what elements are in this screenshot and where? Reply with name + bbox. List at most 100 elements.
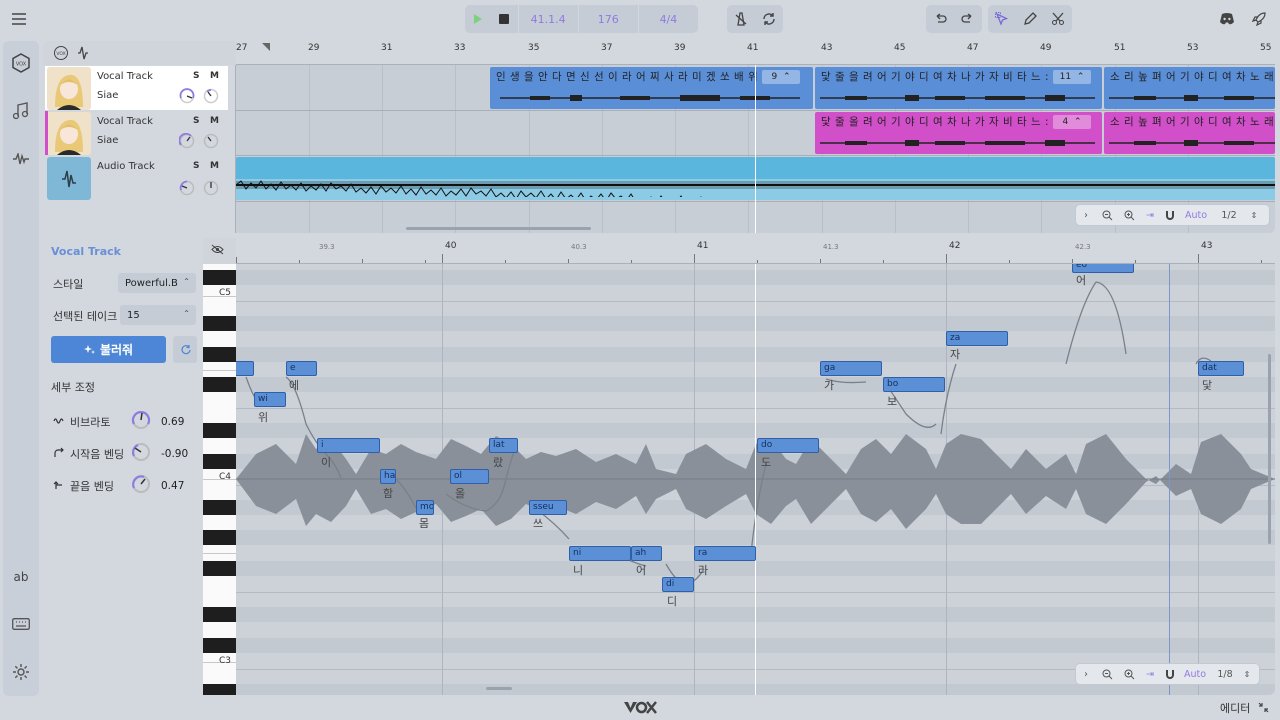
style-select[interactable]: Powerful.B ⌃ (118, 273, 196, 293)
track-singer[interactable]: Siae (97, 90, 118, 101)
take-spinner[interactable]: 4 ⌃ (1053, 115, 1091, 129)
fit-icon[interactable]: ⇥ (1140, 664, 1160, 684)
note[interactable]: ra (694, 546, 756, 561)
take-select[interactable]: 15 ⌃ (120, 305, 196, 325)
note[interactable]: sseu (529, 500, 567, 515)
track-singer[interactable]: Siae (97, 135, 118, 146)
zoom-in-icon[interactable] (1118, 664, 1140, 684)
vibrato-dial[interactable] (131, 410, 151, 430)
track-name[interactable]: Audio Track (97, 161, 155, 172)
loop-start-marker[interactable] (262, 43, 270, 51)
track-name[interactable]: Vocal Track (97, 71, 153, 82)
stepper-icon[interactable]: ⇕ (1246, 205, 1262, 225)
menu-icon[interactable] (8, 8, 30, 30)
note[interactable]: ah (631, 546, 662, 561)
editor-mode-label[interactable]: 에디터 (1220, 700, 1250, 716)
visibility-off-icon[interactable] (211, 244, 224, 255)
piano-keyboard[interactable]: C5 C4 C3 (203, 264, 236, 695)
pencil-tool-icon[interactable] (1016, 5, 1044, 33)
vocal-clip-track-2[interactable]: 닻 줄 올 려 어 기 야 디 여 차 나 가 자 비 타 느 : 4 ⌃ (815, 112, 1102, 154)
solo-button[interactable]: S (193, 71, 199, 81)
pointer-tool-icon[interactable] (988, 5, 1016, 33)
waveform-icon[interactable] (7, 145, 35, 173)
magnet-icon[interactable] (1160, 205, 1180, 225)
chevron-right-icon[interactable]: › (1076, 205, 1096, 225)
redo-icon[interactable] (954, 5, 982, 33)
solo-button[interactable]: S (193, 161, 199, 171)
solo-button[interactable]: S (193, 116, 199, 126)
music-note-icon[interactable] (7, 97, 35, 125)
note[interactable]: di (662, 577, 694, 592)
track-header-vocal-1[interactable]: Vocal Track Siae S M (45, 66, 228, 110)
zoom-in-icon[interactable] (1118, 205, 1140, 225)
magnet-icon[interactable] (1160, 664, 1180, 684)
track-header-vocal-2[interactable]: Vocal Track Siae S M (45, 111, 228, 155)
note[interactable]: ol (450, 469, 489, 484)
zoom-page[interactable]: 1/8 (1210, 664, 1240, 684)
track-header-audio[interactable]: Audio Track S M (45, 156, 228, 200)
note[interactable]: lat (489, 438, 518, 453)
mute-button[interactable]: M (210, 161, 219, 171)
vocal-clip[interactable]: 소 리 높 펴 어 기 야 디 여 차 노 래 (1104, 67, 1275, 109)
playhead[interactable] (755, 65, 756, 233)
pan-knob[interactable] (203, 88, 219, 104)
note[interactable]: bo (883, 377, 945, 392)
note[interactable]: ni (569, 546, 631, 561)
vocal-clip[interactable]: 닻 줄 을 려 어 기 야 디 여 차 나 가 자 비 타 느 : 11 ⌃ (815, 67, 1102, 109)
note[interactable]: ha (380, 469, 396, 484)
take-spinner[interactable]: 11 ⌃ (1053, 70, 1091, 84)
mute-button[interactable]: M (210, 116, 219, 126)
collapse-icon[interactable] (1258, 702, 1269, 713)
horizontal-scrollbar[interactable] (486, 687, 512, 690)
chevron-right-icon[interactable]: › (1076, 664, 1096, 684)
tempo-display[interactable]: 176 (577, 5, 638, 33)
arrangement-ruler[interactable]: 27 29 31 33 35 37 39 41 43 45 47 49 51 5… (236, 41, 1275, 65)
vox-small-icon[interactable]: VOX (53, 45, 69, 61)
zoom-mode[interactable]: Auto (1180, 205, 1212, 225)
note[interactable] (236, 361, 254, 376)
note[interactable]: za (946, 331, 1008, 346)
vertical-scrollbar[interactable] (1268, 354, 1271, 544)
note[interactable]: wi (254, 392, 286, 407)
refresh-button[interactable] (173, 336, 197, 363)
stop-button[interactable] (491, 5, 517, 33)
volume-knob[interactable] (179, 180, 195, 196)
start-bend-dial[interactable] (131, 442, 151, 462)
scissors-tool-icon[interactable] (1044, 5, 1072, 33)
loop-icon[interactable] (755, 5, 783, 33)
text-tool-icon[interactable]: ab (7, 563, 35, 591)
volume-knob[interactable] (179, 133, 195, 149)
zoom-page[interactable]: 1/2 (1212, 205, 1246, 225)
settings-gear-icon[interactable] (7, 658, 35, 686)
take-spinner[interactable]: 9 ⌃ (762, 70, 800, 84)
zoom-out-icon[interactable] (1096, 205, 1118, 225)
end-bend-dial[interactable] (131, 474, 151, 494)
metronome-icon[interactable] (727, 5, 755, 33)
note[interactable]: ga (820, 361, 882, 376)
piano-roll-grid[interactable]: wi 위 e 에 i 이 ha 함 mo 몸 ol 올 lat 랐 sseu 쓰… (236, 264, 1275, 695)
zoom-out-icon[interactable] (1096, 664, 1118, 684)
generate-button[interactable]: 불러줘 (51, 336, 166, 363)
pan-knob[interactable] (203, 180, 219, 196)
note[interactable]: i (317, 438, 380, 453)
note[interactable]: e (286, 361, 317, 376)
vocal-clip[interactable]: 인 생 을 안 다 면 신 선 이 라 어 찌 사 라 미 겠 쏘 배 위 9 … (490, 67, 813, 109)
piano-roll-ruler[interactable]: 39.3 40 40.3 41 41.3 42 42.3 43 (236, 238, 1275, 264)
mute-button[interactable]: M (210, 71, 219, 81)
audio-add-icon[interactable] (77, 46, 89, 60)
playhead[interactable] (755, 264, 756, 695)
vox-logo-icon[interactable]: VOX (7, 49, 35, 77)
zoom-mode[interactable]: Auto (1180, 664, 1210, 684)
time-signature-display[interactable]: 4/4 (637, 5, 698, 33)
note[interactable]: mo (416, 500, 434, 515)
horizontal-scrollbar[interactable] (406, 227, 591, 230)
play-button[interactable] (465, 5, 491, 33)
keyboard-icon[interactable] (7, 610, 35, 638)
stepper-icon[interactable]: ⇕ (1240, 664, 1254, 684)
fit-icon[interactable]: ⇥ (1140, 205, 1160, 225)
vocal-clip-track-2[interactable]: 소 리 높 펴 어 기 야 디 여 차 노 래 (1104, 112, 1275, 154)
position-display[interactable]: 41.1.4 (517, 5, 578, 33)
undo-icon[interactable] (926, 5, 954, 33)
volume-knob[interactable] (179, 88, 195, 104)
rocket-icon[interactable] (1248, 9, 1270, 29)
